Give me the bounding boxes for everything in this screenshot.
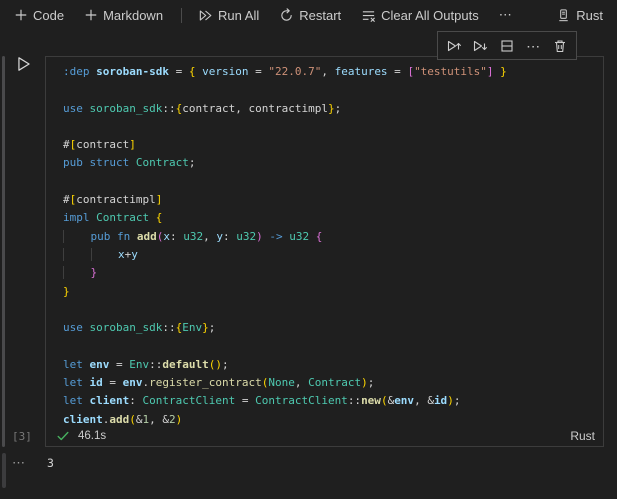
code-line[interactable]: client.add(&1, &2) (63, 411, 599, 427)
notebook-toolbar: Code Markdown Run All Restart Clear All … (0, 0, 617, 30)
ellipsis-icon: ⋯ (498, 7, 512, 22)
add-code-label: Code (33, 7, 65, 23)
kernel-picker-button[interactable]: Rust (552, 6, 607, 25)
run-all-button[interactable]: Run All (194, 6, 263, 25)
code-line[interactable]: } (63, 283, 599, 301)
code-line[interactable]: x+y (63, 246, 599, 264)
restart-kernel-button[interactable]: Restart (275, 6, 345, 25)
code-line[interactable]: use soroban_sdk::{Env}; (63, 319, 599, 337)
cell-focus-indicator[interactable] (2, 56, 5, 447)
code-line[interactable]: #[contractimpl] (63, 191, 599, 209)
code-line[interactable]: pub struct Contract; (63, 154, 599, 172)
cell-toolbar: ⋯ (437, 31, 577, 60)
code-line[interactable] (63, 337, 599, 355)
add-markdown-cell-button[interactable]: Markdown (80, 6, 167, 25)
restart-label: Restart (299, 7, 342, 23)
code-lines: :dep soroban-sdk = { version = "22.0.7",… (63, 63, 599, 427)
code-line[interactable]: let client: ContractClient = ContractCli… (63, 392, 599, 410)
output-value: 3 (47, 456, 54, 470)
run-above-icon (446, 38, 462, 54)
cell-more-actions-button[interactable]: ⋯ (523, 35, 545, 57)
code-line[interactable]: let id = env.register_contract(None, Con… (63, 374, 599, 392)
cell-status-bar: 46.1s Rust (46, 427, 603, 446)
indent-guide (63, 229, 91, 243)
code-cell: :dep soroban-sdk = { version = "22.0.7",… (45, 56, 604, 447)
add-markdown-label: Markdown (103, 7, 164, 23)
kernel-name-label: Rust (576, 7, 603, 23)
delete-cell-button[interactable] (549, 35, 571, 57)
run-all-icon (198, 8, 213, 23)
code-editor[interactable]: :dep soroban-sdk = { version = "22.0.7",… (46, 57, 603, 427)
run-cell-button[interactable] (15, 55, 33, 73)
output-focus-indicator[interactable] (2, 453, 6, 488)
code-line[interactable]: let env = Env::default(); (63, 356, 599, 374)
code-line[interactable]: pub fn add(x: u32, y: u32) -> u32 { (63, 228, 599, 246)
cell-language-picker[interactable]: Rust (570, 429, 595, 443)
restart-icon (279, 7, 294, 23)
add-code-cell-button[interactable]: Code (10, 6, 68, 25)
split-cell-icon (499, 38, 515, 54)
code-line[interactable]: } (63, 264, 599, 282)
ellipsis-icon: ⋯ (526, 37, 542, 54)
code-line[interactable] (63, 81, 599, 99)
clear-all-outputs-icon (361, 8, 376, 23)
run-cell-and-below-button[interactable] (469, 35, 491, 57)
code-line[interactable]: use soroban_sdk::{contract, contractimpl… (63, 100, 599, 118)
plus-icon (84, 8, 98, 22)
run-below-icon (472, 38, 488, 54)
toolbar-separator (181, 7, 183, 23)
code-line[interactable] (63, 301, 599, 319)
plus-icon (14, 8, 28, 22)
indent-guide (63, 247, 91, 261)
code-line[interactable] (63, 118, 599, 136)
code-line[interactable] (63, 173, 599, 191)
execution-count: [3] (12, 430, 32, 443)
split-cell-button[interactable] (496, 35, 518, 57)
run-all-label: Run All (218, 7, 260, 23)
clear-outputs-label: Clear All Outputs (381, 7, 479, 23)
output-expand-button[interactable]: ⋯ (12, 455, 26, 471)
trash-icon (552, 38, 568, 54)
code-line[interactable]: impl Contract { (63, 209, 599, 227)
toolbar-more-actions-button[interactable]: ⋯ (495, 5, 516, 25)
indent-guide (63, 266, 91, 280)
code-line[interactable]: :dep soroban-sdk = { version = "22.0.7",… (63, 63, 599, 81)
kernel-icon (556, 8, 571, 23)
success-check-icon (56, 429, 70, 443)
code-line[interactable]: #[contract] (63, 136, 599, 154)
clear-all-outputs-button[interactable]: Clear All Outputs (357, 6, 483, 25)
execution-duration: 46.1s (78, 429, 107, 442)
run-cell-and-above-button[interactable] (443, 35, 465, 57)
indent-guide (90, 247, 118, 261)
